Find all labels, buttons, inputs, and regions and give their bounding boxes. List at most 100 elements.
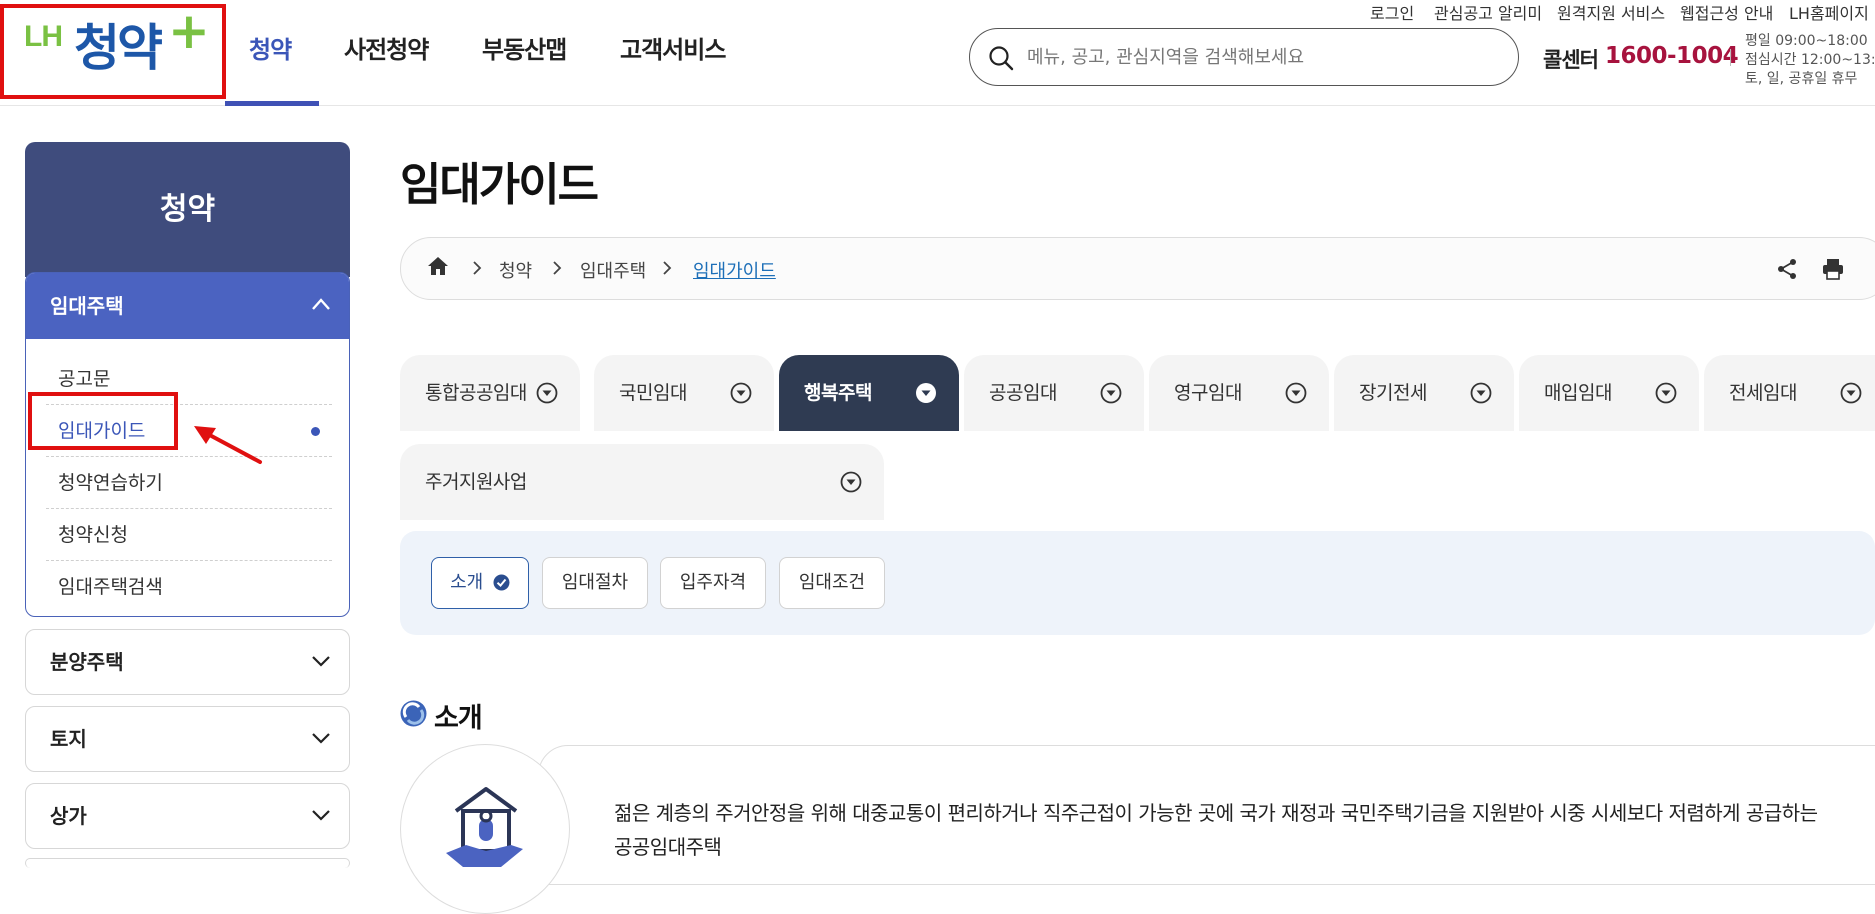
circle-chevron-down-icon xyxy=(1285,382,1307,404)
sidebar-section-label: 상가 xyxy=(50,804,87,828)
call-center-hours-weekday: 평일 09:00~18:00 xyxy=(1745,33,1868,49)
breadcrumb: 청약 임대주택 임대가이드 xyxy=(400,237,1875,300)
tab-label: 매입임대 xyxy=(1544,382,1612,404)
sidebar-item-label: 청약신청 xyxy=(58,524,128,546)
sidebar-section-commercial[interactable]: 상가 xyxy=(25,783,350,849)
subtab-label: 소개 xyxy=(450,572,484,593)
gnb-item-real-estate-map[interactable]: 부동산맵 xyxy=(482,30,567,65)
sidebar-item-apply[interactable]: 청약신청 xyxy=(46,509,332,561)
search-icon xyxy=(989,46,1014,71)
tab-label: 주거지원사업 xyxy=(425,471,527,493)
sidebar-section-label: 토지 xyxy=(50,727,87,751)
tab-label: 전세임대 xyxy=(1729,382,1797,404)
check-circle-icon xyxy=(493,574,510,591)
section-title: 소개 xyxy=(434,703,483,734)
subtab-bar: 소개 임대절차 입주자격 임대조건 xyxy=(400,531,1875,635)
chevron-down-icon xyxy=(312,733,330,744)
circle-chevron-down-icon xyxy=(1470,382,1492,404)
tab-label: 통합공공임대 xyxy=(425,382,527,404)
intro-text: 젊은 계층의 주거안정을 위해 대중교통이 편리하거나 직주근접이 가능한 곳에… xyxy=(614,801,1818,859)
subtab-procedure[interactable]: 임대절차 xyxy=(542,557,648,609)
tab-permanent-rental[interactable]: 영구임대 xyxy=(1149,355,1329,431)
sidebar-item-label: 공고문 xyxy=(58,368,111,390)
util-link-login[interactable]: 로그인 xyxy=(1370,0,1414,24)
subtab-eligibility[interactable]: 입주자격 xyxy=(660,557,766,609)
call-center-hours-lunch: 점심시간 12:00~13:00 xyxy=(1745,52,1875,68)
gnb-active-underline xyxy=(225,101,319,106)
sidebar-section-label: 임대주택 xyxy=(50,294,124,318)
subtab-label: 임대절차 xyxy=(561,572,629,593)
page-title: 임대가이드 xyxy=(400,158,599,211)
sidebar-item-rental-search[interactable]: 임대주택검색 xyxy=(46,561,332,613)
chevron-right-icon xyxy=(473,261,482,275)
tab-label: 장기전세 xyxy=(1359,382,1427,404)
sidebar-section-sale-housing[interactable]: 분양주택 xyxy=(25,629,350,695)
tab-integrated-public-rental[interactable]: 통합공공임대 xyxy=(400,355,580,431)
header: LH 청약 + 청약 사전청약 부동산맵 고객서비스 로그인 관심공고 알리미 … xyxy=(0,0,1875,106)
print-icon[interactable] xyxy=(1822,258,1844,280)
tab-jeonse-rental[interactable]: 전세임대 xyxy=(1704,355,1875,431)
breadcrumb-item-current[interactable]: 임대가이드 xyxy=(693,257,776,283)
home-icon[interactable] xyxy=(427,256,449,276)
sidebar-item-practice[interactable]: 청약연습하기 xyxy=(46,457,332,509)
logo-name-text: 청약 xyxy=(74,19,163,77)
sidebar-section-land[interactable]: 토지 xyxy=(25,706,350,772)
sidebar-title: 청약 xyxy=(25,142,350,277)
circle-chevron-down-icon xyxy=(730,382,752,404)
search-box[interactable] xyxy=(969,28,1519,86)
active-dot-icon xyxy=(311,427,320,436)
chevron-right-icon xyxy=(663,261,672,275)
sidebar-item-label: 임대주택검색 xyxy=(58,576,163,598)
breadcrumb-item[interactable]: 임대주택 xyxy=(580,257,646,283)
logo-plus-text: + xyxy=(168,2,210,60)
util-link-lh-homepage[interactable]: LH홈페이지 xyxy=(1789,0,1869,24)
tab-label: 영구임대 xyxy=(1174,382,1242,404)
subtab-intro[interactable]: 소개 xyxy=(431,557,529,609)
intro-icon-circle xyxy=(400,744,570,914)
subtab-label: 임대조건 xyxy=(798,572,866,593)
sidebar-item-label: 청약연습하기 xyxy=(58,472,163,494)
gnb-item-cheongyak[interactable]: 청약 xyxy=(249,30,292,65)
circle-chevron-down-icon xyxy=(840,471,862,493)
tab-label: 행복주택 xyxy=(804,382,872,404)
tab-national-rental[interactable]: 국민임대 xyxy=(594,355,774,431)
breadcrumb-item[interactable]: 청약 xyxy=(499,257,532,283)
util-link-accessibility[interactable]: 웹접근성 안내 xyxy=(1680,0,1773,24)
chevron-down-icon xyxy=(312,656,330,667)
search-input[interactable] xyxy=(1025,41,1495,73)
util-link-interest-alert[interactable]: 관심공고 알리미 xyxy=(1434,0,1542,24)
subtab-label: 입주자격 xyxy=(679,572,747,593)
chevron-right-icon xyxy=(553,261,562,275)
tab-happy-housing[interactable]: 행복주택 xyxy=(779,355,959,431)
subtab-conditions[interactable]: 임대조건 xyxy=(779,557,885,609)
annotation-highlight-box xyxy=(28,392,178,450)
circle-chevron-down-icon xyxy=(916,383,936,403)
tab-public-rental[interactable]: 공공임대 xyxy=(964,355,1144,431)
gnb-item-customer-service[interactable]: 고객서비스 xyxy=(620,30,726,65)
sidebar-section-rental-header[interactable]: 임대주택 xyxy=(26,273,349,339)
chevron-up-icon xyxy=(312,298,330,310)
gnb-item-pre-subscription[interactable]: 사전청약 xyxy=(344,30,429,65)
logo[interactable]: LH 청약 + xyxy=(0,0,226,100)
circle-chevron-down-icon xyxy=(1840,382,1862,404)
logo-lh-text: LH xyxy=(24,20,63,53)
circle-chevron-down-icon xyxy=(1100,382,1122,404)
share-icon[interactable] xyxy=(1776,258,1798,280)
tab-purchase-rental[interactable]: 매입임대 xyxy=(1519,355,1699,431)
call-center-divider xyxy=(1730,49,1731,66)
call-center-label: 콜센터 xyxy=(1543,48,1599,72)
tab-long-term-jeonse[interactable]: 장기전세 xyxy=(1334,355,1514,431)
sidebar-section-label: 분양주택 xyxy=(50,650,124,674)
util-link-remote-support[interactable]: 원격지원 서비스 xyxy=(1557,0,1665,24)
call-center-hours-closed: 토, 일, 공휴일 휴무 xyxy=(1745,71,1858,87)
call-center-number: 1600-1004 xyxy=(1605,43,1739,69)
sidebar-section-more xyxy=(25,858,350,868)
circle-chevron-down-icon xyxy=(1655,382,1677,404)
annotation-arrow-icon xyxy=(194,426,262,464)
circle-chevron-down-icon xyxy=(536,382,558,404)
section-bullet-icon xyxy=(400,700,427,727)
tab-label: 국민임대 xyxy=(619,382,687,404)
house-in-hand-icon xyxy=(446,787,523,867)
tab-housing-support[interactable]: 주거지원사업 xyxy=(400,444,884,520)
chevron-down-icon xyxy=(312,810,330,821)
